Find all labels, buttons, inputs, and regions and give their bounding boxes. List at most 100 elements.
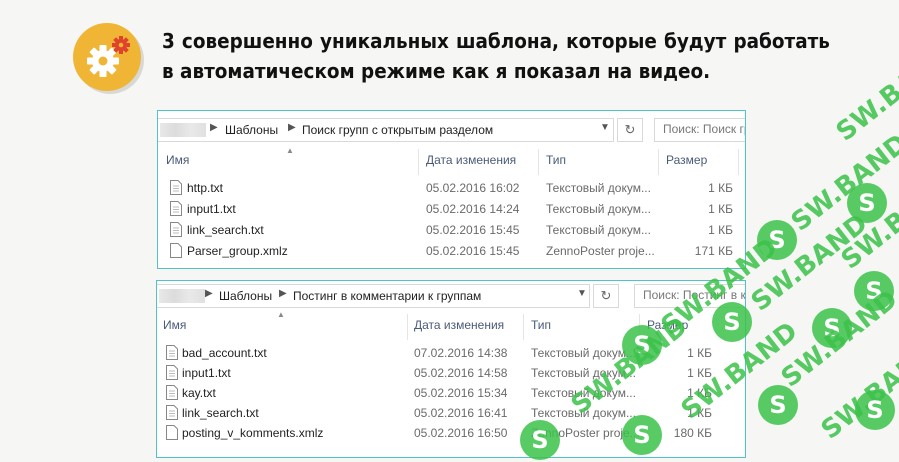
chevron-down-icon[interactable]: ▼ (600, 122, 610, 133)
file-size: 1 КБ (687, 386, 712, 400)
column-header-type[interactable]: Тип (546, 153, 566, 173)
file-type: ZennoPoster proje... (546, 244, 655, 258)
watermark-text: SW.BAND (746, 209, 874, 318)
file-date: 05.02.2016 15:45 (426, 223, 520, 237)
file-date: 05.02.2016 16:50 (414, 426, 508, 440)
watermark-logo-icon (847, 183, 887, 223)
refresh-icon[interactable]: ↻ (617, 118, 643, 142)
column-header-name[interactable]: Имя (163, 318, 186, 338)
column-divider (639, 314, 640, 340)
file-size: 1 КБ (687, 406, 712, 420)
file-row[interactable]: http.txt 05.02.2016 16:02 Текстовый доку… (158, 178, 745, 199)
watermark-logo-icon (854, 271, 894, 311)
breadcrumb-separator-icon: ▶ (210, 122, 218, 133)
file-row[interactable]: link_search.txt 05.02.2016 15:45 Текстов… (158, 220, 745, 241)
gears-logo-icon (73, 23, 141, 91)
file-name: bad_account.txt (182, 346, 267, 360)
breadcrumb-separator-icon: ▶ (279, 288, 287, 299)
column-header-date[interactable]: Дата изменения (426, 153, 516, 173)
file-type: Текстовый докум... (546, 223, 651, 237)
file-type: Текстовый докум... (531, 386, 636, 400)
file-date: 05.02.2016 15:34 (414, 386, 508, 400)
file-name: http.txt (187, 181, 224, 195)
file-icon (170, 243, 182, 258)
headline: 3 совершенно уникальных шаблона, которые… (162, 29, 830, 83)
breadcrumb-item[interactable]: Поиск групп с открытым разделом (302, 123, 493, 137)
column-divider (418, 149, 419, 175)
watermark-text: SW.BAND (776, 285, 899, 394)
breadcrumb[interactable]: ▶ Шаблоны ▶ Постинг в комментарии к груп… (157, 284, 590, 308)
text-file-icon (166, 345, 178, 360)
breadcrumb[interactable]: ▶ Шаблоны ▶ Поиск групп с открытым разде… (158, 118, 614, 142)
file-size: 1 КБ (708, 223, 733, 237)
file-name: input1.txt (187, 202, 236, 216)
sort-caret-icon: ▲ (277, 310, 285, 319)
file-row[interactable]: input1.txt 05.02.2016 14:24 Текстовый до… (158, 199, 745, 220)
search-input[interactable]: Поиск: Поиск гр (654, 118, 745, 142)
file-date: 05.02.2016 16:02 (426, 181, 520, 195)
file-name: kay.txt (182, 386, 216, 400)
watermark-logo-icon (812, 308, 852, 348)
file-type: ZennoPoster proje... (531, 426, 640, 440)
search-input[interactable]: Поиск: Постинг в к (634, 284, 745, 308)
column-header-date[interactable]: Дата изменения (414, 318, 504, 338)
explorer-window-1: ▶ Шаблоны ▶ Поиск групп с открытым разде… (157, 110, 746, 269)
watermark-text: SW.BAND (786, 129, 899, 238)
column-divider (738, 149, 739, 175)
file-date: 05.02.2016 15:45 (426, 244, 520, 258)
text-file-icon (166, 365, 178, 380)
file-type: Текстовый докум... (531, 346, 636, 360)
file-name: posting_v_komments.xmlz (182, 426, 324, 440)
file-icon (166, 425, 178, 440)
address-bar[interactable]: ▶ Шаблоны ▶ Постинг в комментарии к груп… (157, 284, 745, 308)
column-header-size[interactable]: Размер (647, 318, 688, 338)
breadcrumb-item[interactable]: Постинг в комментарии к группам (293, 289, 481, 303)
breadcrumb-separator-icon: ▶ (288, 122, 296, 133)
chevron-down-icon[interactable]: ▼ (577, 288, 587, 299)
sort-caret-icon: ▲ (286, 146, 294, 155)
text-file-icon (170, 180, 182, 195)
file-type: Текстовый докум... (531, 366, 636, 380)
column-header-name[interactable]: Имя (166, 153, 189, 173)
file-row[interactable]: link_search.txt 05.02.2016 16:41 Текстов… (157, 403, 745, 424)
address-bar[interactable]: ▶ Шаблоны ▶ Поиск групп с открытым разде… (158, 118, 745, 142)
file-name: input1.txt (182, 366, 231, 380)
watermark-text: SW.BAND (831, 39, 899, 148)
column-header-size[interactable]: Размер (666, 153, 707, 173)
file-row[interactable]: input1.txt 05.02.2016 14:58 Текстовый до… (157, 363, 745, 384)
blurred-path (159, 289, 205, 303)
breadcrumb-separator-icon: ▶ (205, 288, 213, 299)
explorer-window-2: ▶ Шаблоны ▶ Постинг в комментарии к груп… (156, 280, 746, 458)
file-row[interactable]: bad_account.txt 07.02.2016 14:38 Текстов… (157, 343, 745, 364)
text-file-icon (166, 385, 178, 400)
column-divider (538, 149, 539, 175)
breadcrumb-item[interactable]: Шаблоны (225, 123, 278, 137)
column-divider (407, 314, 408, 340)
text-file-icon (170, 201, 182, 216)
file-size: 1 КБ (687, 346, 712, 360)
file-row[interactable]: Parser_group.xmlz 05.02.2016 15:45 Zenno… (158, 241, 745, 262)
file-date: 07.02.2016 14:38 (414, 346, 508, 360)
file-size: 1 КБ (708, 202, 733, 216)
file-size: 1 КБ (687, 366, 712, 380)
column-header-type[interactable]: Тип (531, 318, 551, 338)
blurred-path (160, 123, 206, 137)
breadcrumb-item[interactable]: Шаблоны (219, 289, 272, 303)
column-divider (523, 314, 524, 340)
file-name: Parser_group.xmlz (187, 244, 288, 258)
refresh-icon[interactable]: ↻ (593, 284, 619, 308)
file-size: 180 КБ (673, 426, 712, 440)
watermark-logo-icon (758, 385, 798, 425)
file-date: 05.02.2016 14:24 (426, 202, 520, 216)
file-date: 05.02.2016 14:58 (414, 366, 508, 380)
watermark-text: SW.BAND (836, 167, 899, 276)
watermark-logo-icon (757, 220, 797, 260)
file-type: Текстовый докум... (546, 202, 651, 216)
file-size: 1 КБ (708, 181, 733, 195)
file-row[interactable]: kay.txt 05.02.2016 15:34 Текстовый докум… (157, 383, 745, 404)
file-row[interactable]: posting_v_komments.xmlz 05.02.2016 16:50… (157, 423, 745, 444)
file-date: 05.02.2016 16:41 (414, 406, 508, 420)
column-divider (658, 149, 659, 175)
file-type: Текстовый докум... (546, 181, 651, 195)
file-name: link_search.txt (187, 223, 264, 237)
